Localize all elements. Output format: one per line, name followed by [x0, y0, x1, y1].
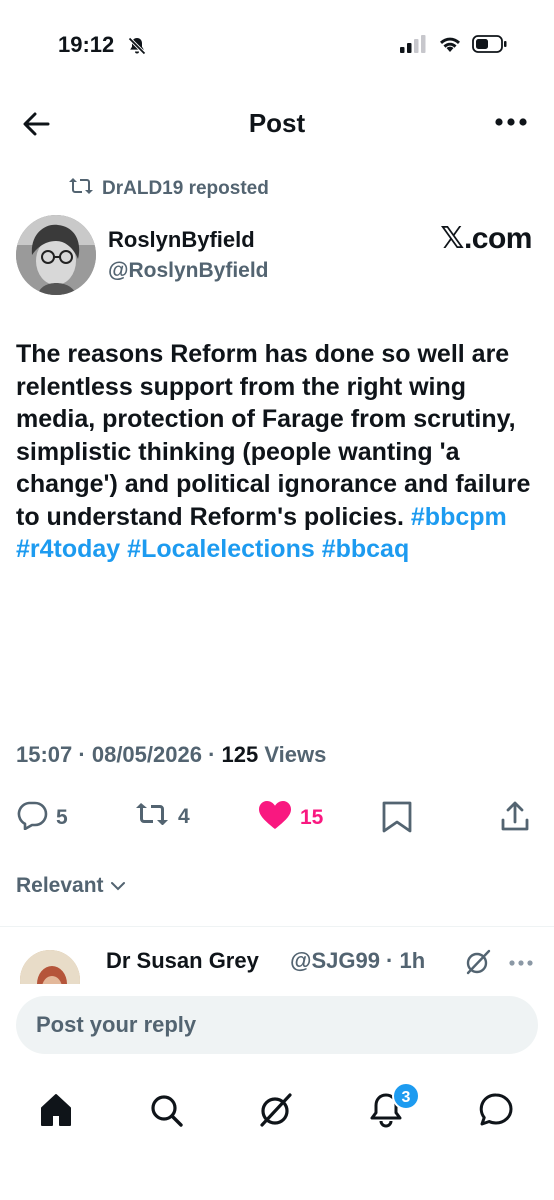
cellular-signal-icon: [400, 35, 428, 58]
status-bar: 19:12: [0, 0, 554, 90]
like-count: 15: [300, 806, 324, 829]
search-icon[interactable]: [146, 1090, 186, 1130]
page-title: Post: [248, 108, 306, 138]
post-time: 15:07: [16, 742, 73, 767]
hashtag[interactable]: #bbcaq: [322, 535, 410, 563]
repost-icon: [134, 800, 170, 834]
post-meta: 15:07 · 08/05/2026 · 125 Views: [16, 742, 326, 768]
post-date: 08/05/2026: [91, 742, 202, 767]
reply-icon: [16, 800, 48, 836]
post-author: RoslynByfield @RoslynByfield 𝕏.com: [16, 215, 546, 299]
grok-icon[interactable]: [464, 948, 492, 981]
messages-icon[interactable]: [476, 1090, 516, 1130]
views-label: Views: [258, 742, 327, 767]
grok-tab-icon[interactable]: [256, 1090, 296, 1130]
reply-author-name[interactable]: Dr Susan Grey: [106, 948, 259, 974]
share-icon: [500, 800, 530, 838]
repost-icon: [68, 176, 94, 202]
bottom-tab-bar: [0, 1082, 554, 1142]
reply-count: 5: [56, 806, 68, 829]
x-com-badge: 𝕏.com: [440, 222, 532, 255]
hashtag[interactable]: #bbcpm: [411, 503, 507, 531]
share-button[interactable]: [500, 800, 530, 838]
more-options-icon[interactable]: [494, 114, 528, 132]
top-navigation: Post: [0, 100, 554, 150]
post-body: The reasons Reform has done so well are …: [16, 338, 544, 566]
silent-mode-icon: [127, 36, 147, 61]
notifications-badge: 3: [392, 1082, 420, 1110]
heart-filled-icon: [258, 800, 292, 836]
battery-icon: [472, 35, 508, 58]
bookmark-button[interactable]: [380, 800, 414, 840]
home-icon[interactable]: [36, 1090, 76, 1130]
reply-placeholder: Post your reply: [36, 1012, 197, 1037]
hashtag[interactable]: #r4today: [16, 535, 120, 563]
status-time: 19:12: [58, 32, 115, 57]
bookmark-icon: [380, 800, 414, 840]
divider: [0, 926, 554, 927]
reply-avatar[interactable]: [20, 950, 80, 984]
reply-author-handle[interactable]: @SJG99 · 1h: [290, 948, 425, 974]
author-handle[interactable]: @RoslynByfield: [108, 259, 269, 283]
repost-count: 4: [178, 805, 190, 828]
repost-label: DrALD19 reposted: [102, 178, 269, 199]
reply-button[interactable]: 5: [16, 800, 68, 836]
meta-separator: ·: [201, 742, 222, 767]
hashtag[interactable]: #Localelections: [127, 535, 315, 563]
replies-sort-dropdown[interactable]: Relevant: [16, 874, 126, 898]
repost-button[interactable]: 4: [134, 800, 190, 834]
reply-composer[interactable]: Post your reply: [16, 996, 538, 1054]
reply-item[interactable]: Dr Susan Grey @SJG99 · 1h: [0, 944, 554, 984]
sort-label: Relevant: [16, 874, 104, 897]
repost-indicator[interactable]: DrALD19 reposted: [68, 176, 269, 202]
chevron-down-icon: [110, 874, 126, 898]
author-avatar[interactable]: [16, 215, 96, 295]
meta-separator: ·: [72, 742, 92, 767]
like-button[interactable]: 15: [258, 800, 323, 836]
views-count[interactable]: 125: [222, 742, 259, 767]
author-name[interactable]: RoslynByfield: [108, 227, 255, 253]
post-actions: 5 4 15: [16, 798, 536, 838]
reply-more-icon[interactable]: [508, 954, 534, 972]
wifi-icon: [438, 35, 462, 58]
home-indicator: [0, 1170, 554, 1200]
